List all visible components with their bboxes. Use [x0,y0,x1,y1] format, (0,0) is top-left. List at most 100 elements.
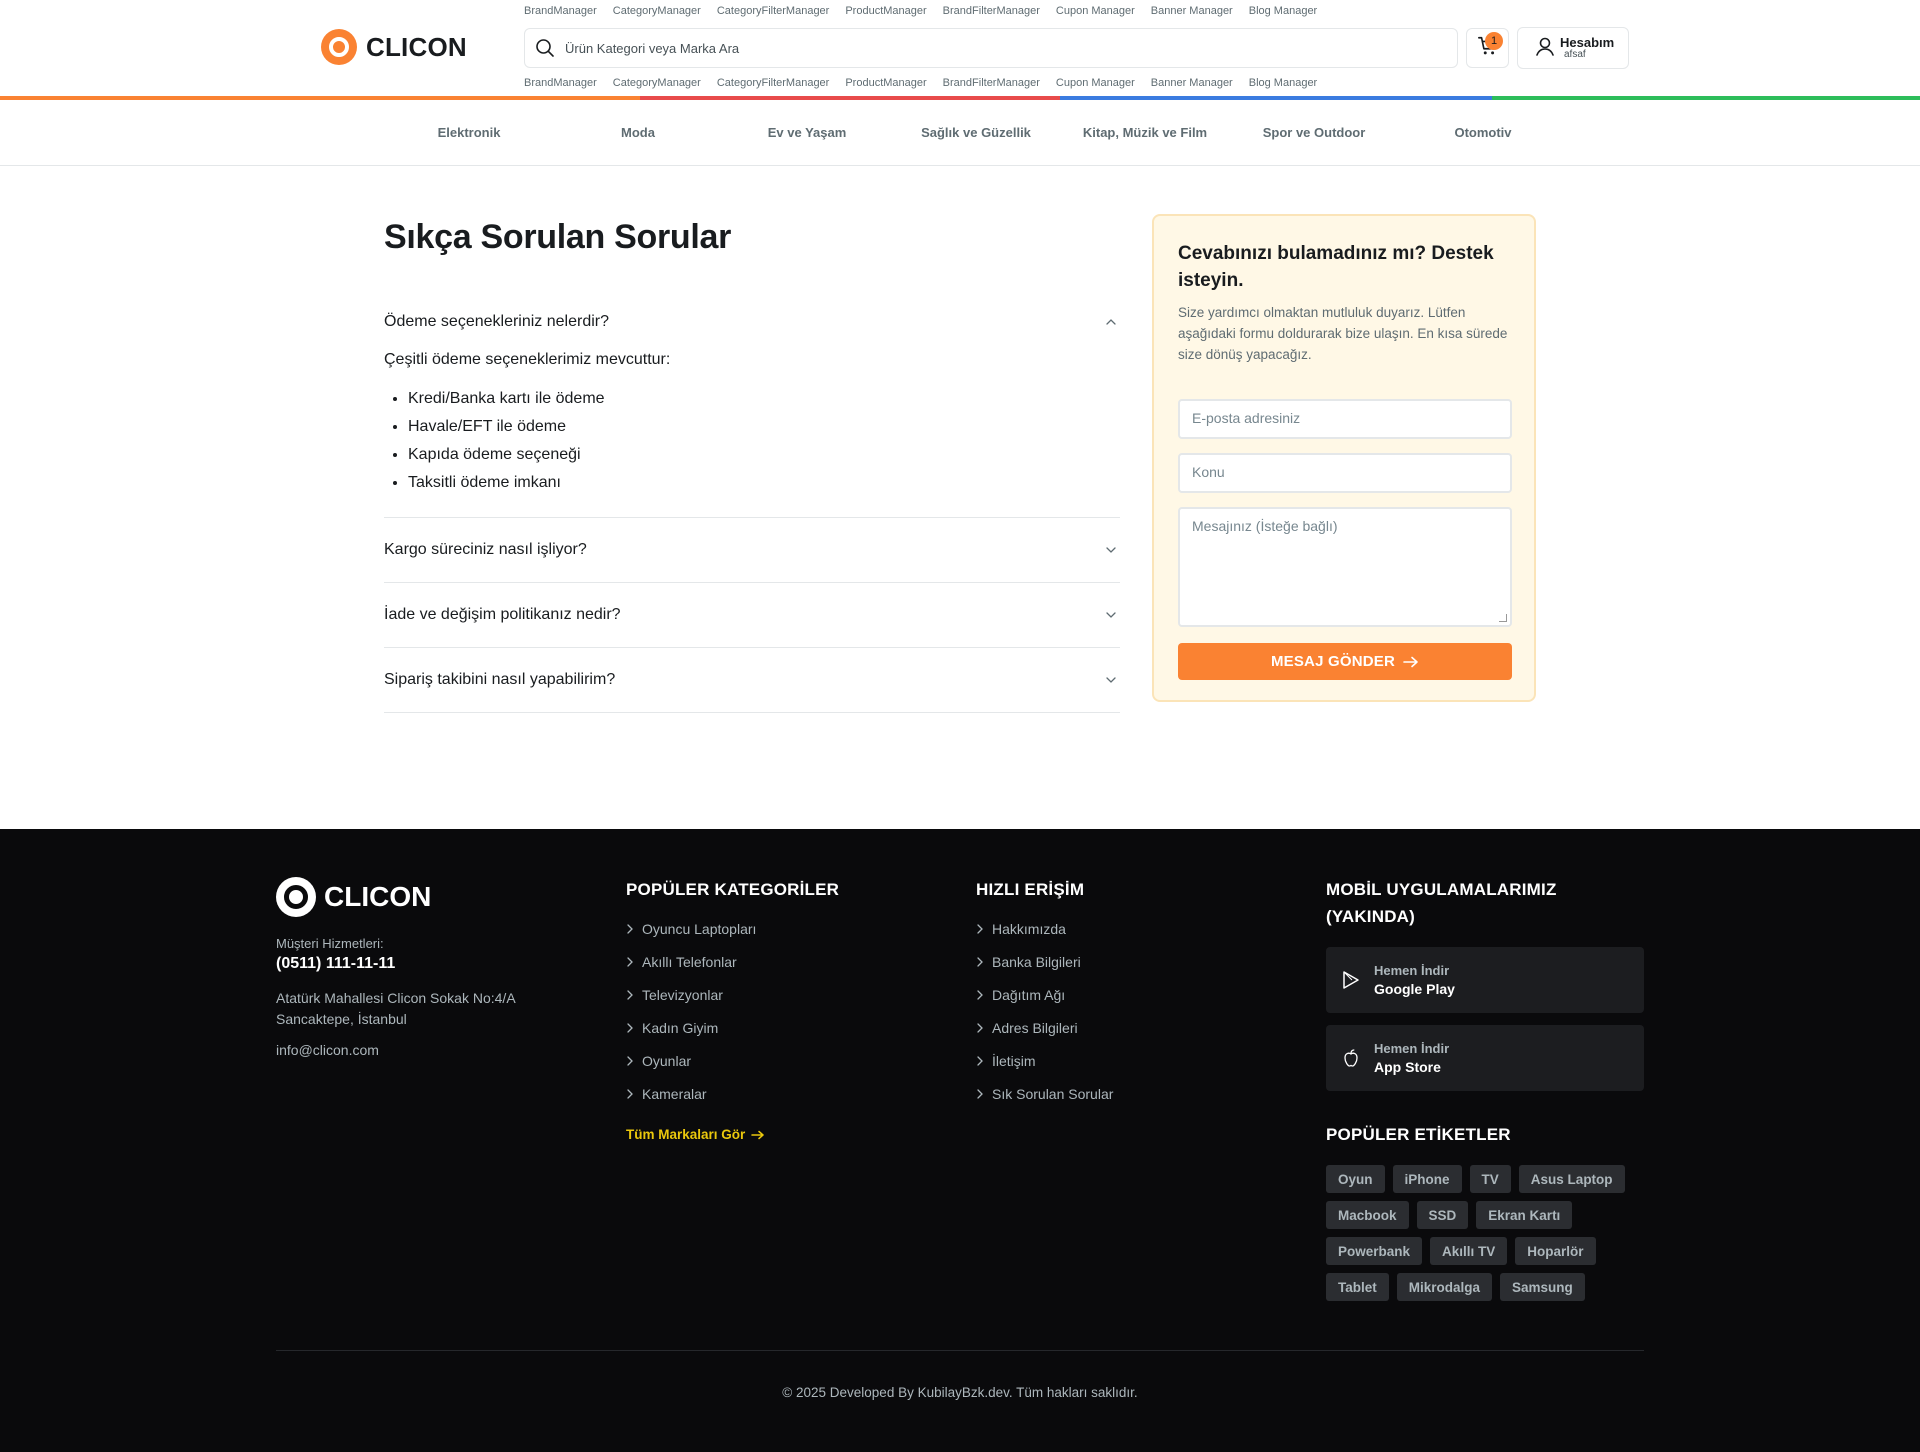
account-button[interactable]: Hesabım afsaf [1517,27,1629,69]
tag[interactable]: Hoparlör [1515,1237,1596,1265]
tag[interactable]: Powerbank [1326,1237,1423,1265]
footer-link[interactable]: Kameralar [626,1077,756,1110]
admin-link[interactable]: CategoryManager [613,77,701,89]
category-link[interactable]: Moda [621,125,655,140]
admin-links-bottom: BrandManager CategoryManager CategoryFil… [524,77,1317,89]
footer-link[interactable]: Oyuncu Laptopları [626,912,756,945]
faq-answer-point: Havale/EFT ile ödeme [408,413,1120,441]
admin-link[interactable]: ProductManager [845,5,926,17]
admin-link[interactable]: Cupon Manager [1056,77,1135,89]
contact-label: Müşteri Hizmetleri: [276,936,384,951]
admin-link[interactable]: Banner Manager [1151,5,1233,17]
faq-question-toggle[interactable]: İade ve değişim politikanız nedir? [384,583,1120,647]
tag[interactable]: iPhone [1392,1165,1462,1193]
chevron-right-icon [627,1055,633,1066]
tag[interactable]: Mikrodalga [1396,1273,1493,1301]
category-link[interactable]: Elektronik [438,125,501,140]
account-username: afsaf [1564,49,1586,60]
footer-link-label: Televizyonlar [642,986,723,1003]
admin-link[interactable]: Cupon Manager [1056,5,1135,17]
footer-link[interactable]: Televizyonlar [626,978,756,1011]
tag[interactable]: Tablet [1326,1273,1389,1301]
footer-logo[interactable]: CLICON [276,877,431,917]
admin-link[interactable]: ProductManager [845,77,926,89]
tag[interactable]: Akıllı TV [1430,1237,1508,1265]
tag[interactable]: Samsung [1500,1273,1585,1301]
admin-link[interactable]: BrandManager [524,77,597,89]
category-link[interactable]: Kitap, Müzik ve Film [1083,125,1207,140]
google-play-button[interactable]: Hemen İndir Google Play [1326,947,1644,1013]
faq-question: Ödeme seçenekleriniz nelerdir? [384,313,609,330]
logo[interactable]: CLICON [321,29,467,65]
popular-categories-list: Oyuncu Laptopları Akıllı Telefonlar Tele… [626,912,756,1110]
tag[interactable]: Ekran Kartı [1476,1201,1573,1229]
email-field[interactable]: E-posta adresiniz [1178,399,1512,439]
apple-icon [1344,1049,1358,1067]
admin-link[interactable]: BrandFilterManager [943,77,1040,89]
faq-question-toggle[interactable]: Ödeme seçenekleriniz nelerdir? [384,297,1120,347]
chevron-right-icon [627,1022,633,1033]
chevron-right-icon [627,989,633,1000]
cart-button[interactable]: 1 [1466,28,1509,68]
footer-link[interactable]: Kadın Giyim [626,1011,756,1044]
faq-item: İade ve değişim politikanız nedir? [384,583,1120,648]
category-link[interactable]: Otomotiv [1454,125,1511,140]
faq-answer-intro: Çeşitli ödeme seçeneklerimiz mevcuttur: [384,351,671,368]
user-icon [1535,36,1555,61]
admin-link[interactable]: CategoryManager [613,5,701,17]
support-title: Cevabınızı bulamadınız mı? Destek isteyi… [1178,243,1494,291]
admin-link[interactable]: Blog Manager [1249,77,1318,89]
faq-answer: Çeşitli ödeme seçeneklerimiz mevcuttur: … [384,351,1120,517]
tag[interactable]: Macbook [1326,1201,1409,1229]
admin-link[interactable]: BrandManager [524,5,597,17]
faq-question-toggle[interactable]: Kargo süreciniz nasıl işliyor? [384,518,1120,582]
message-textarea[interactable]: Mesajınız (İsteğe bağlı) [1178,507,1512,627]
footer-link[interactable]: Dağıtım Ağı [976,978,1113,1011]
footer-link[interactable]: Hakkımızda [976,912,1113,945]
admin-link[interactable]: CategoryFilterManager [717,5,830,17]
admin-link[interactable]: Blog Manager [1249,5,1318,17]
footer-link[interactable]: Adres Bilgileri [976,1011,1113,1044]
faq-item: Ödeme seçenekleriniz nelerdir? Çeşitli ö… [384,297,1120,518]
footer-link[interactable]: İletişim [976,1044,1113,1077]
category-link[interactable]: Spor ve Outdoor [1263,125,1366,140]
contact-email[interactable]: info@clicon.com [276,1042,379,1058]
chevron-down-icon [1106,612,1116,618]
footer-link-label: Banka Bilgileri [992,953,1081,970]
category-link[interactable]: Ev ve Yaşam [768,125,847,140]
send-message-button[interactable]: MESAJ GÖNDER [1178,643,1512,680]
search-icon[interactable] [535,38,555,58]
footer-link[interactable]: Banka Bilgileri [976,945,1113,978]
footer: CLICON Müşteri Hizmetleri: (0511) 111-11… [0,829,1920,1452]
faq-answer-point: Kapıda ödeme seçeneği [408,441,1120,469]
subject-field[interactable]: Konu [1178,453,1512,493]
admin-link[interactable]: BrandFilterManager [943,5,1040,17]
admin-link[interactable]: CategoryFilterManager [717,77,830,89]
footer-link-label: Sık Sorulan Sorular [992,1085,1114,1102]
category-link[interactable]: Sağlık ve Güzellik [921,125,1031,140]
all-brands-link[interactable]: Tüm Markaları Gör [626,1127,765,1142]
faq-question-toggle[interactable]: Sipariş takibini nasıl yapabilirim? [384,648,1120,712]
footer-link[interactable]: Oyunlar [626,1044,756,1077]
cart-count-badge: 1 [1485,32,1503,50]
footer-link[interactable]: Sık Sorulan Sorular [976,1077,1113,1110]
contact-phone[interactable]: (0511) 111-11-11 [276,955,395,973]
logo-text: CLICON [366,31,467,62]
admin-link[interactable]: Banner Manager [1151,77,1233,89]
footer-link-label: Kadın Giyim [642,1019,719,1036]
app-store-button[interactable]: Hemen İndir App Store [1326,1025,1644,1091]
tag[interactable]: Asus Laptop [1518,1165,1625,1193]
tag[interactable]: SSD [1416,1201,1469,1229]
footer-divider [276,1350,1644,1351]
search-input[interactable] [565,40,1425,56]
chevron-right-icon [977,1088,983,1099]
footer-logo-mark-icon [276,877,316,917]
mobile-apps-heading: MOBİL UYGULAMALARIMIZ (YAKINDA) [1326,880,1557,926]
footer-link[interactable]: Akıllı Telefonlar [626,945,756,978]
footer-link-label: Hakkımızda [992,920,1066,937]
chevron-right-icon [977,923,983,934]
message-placeholder: Mesajınız (İsteğe bağlı) [1192,518,1338,534]
tag[interactable]: Oyun [1326,1165,1385,1193]
tag[interactable]: TV [1469,1165,1511,1193]
arrow-right-icon [1403,656,1418,667]
